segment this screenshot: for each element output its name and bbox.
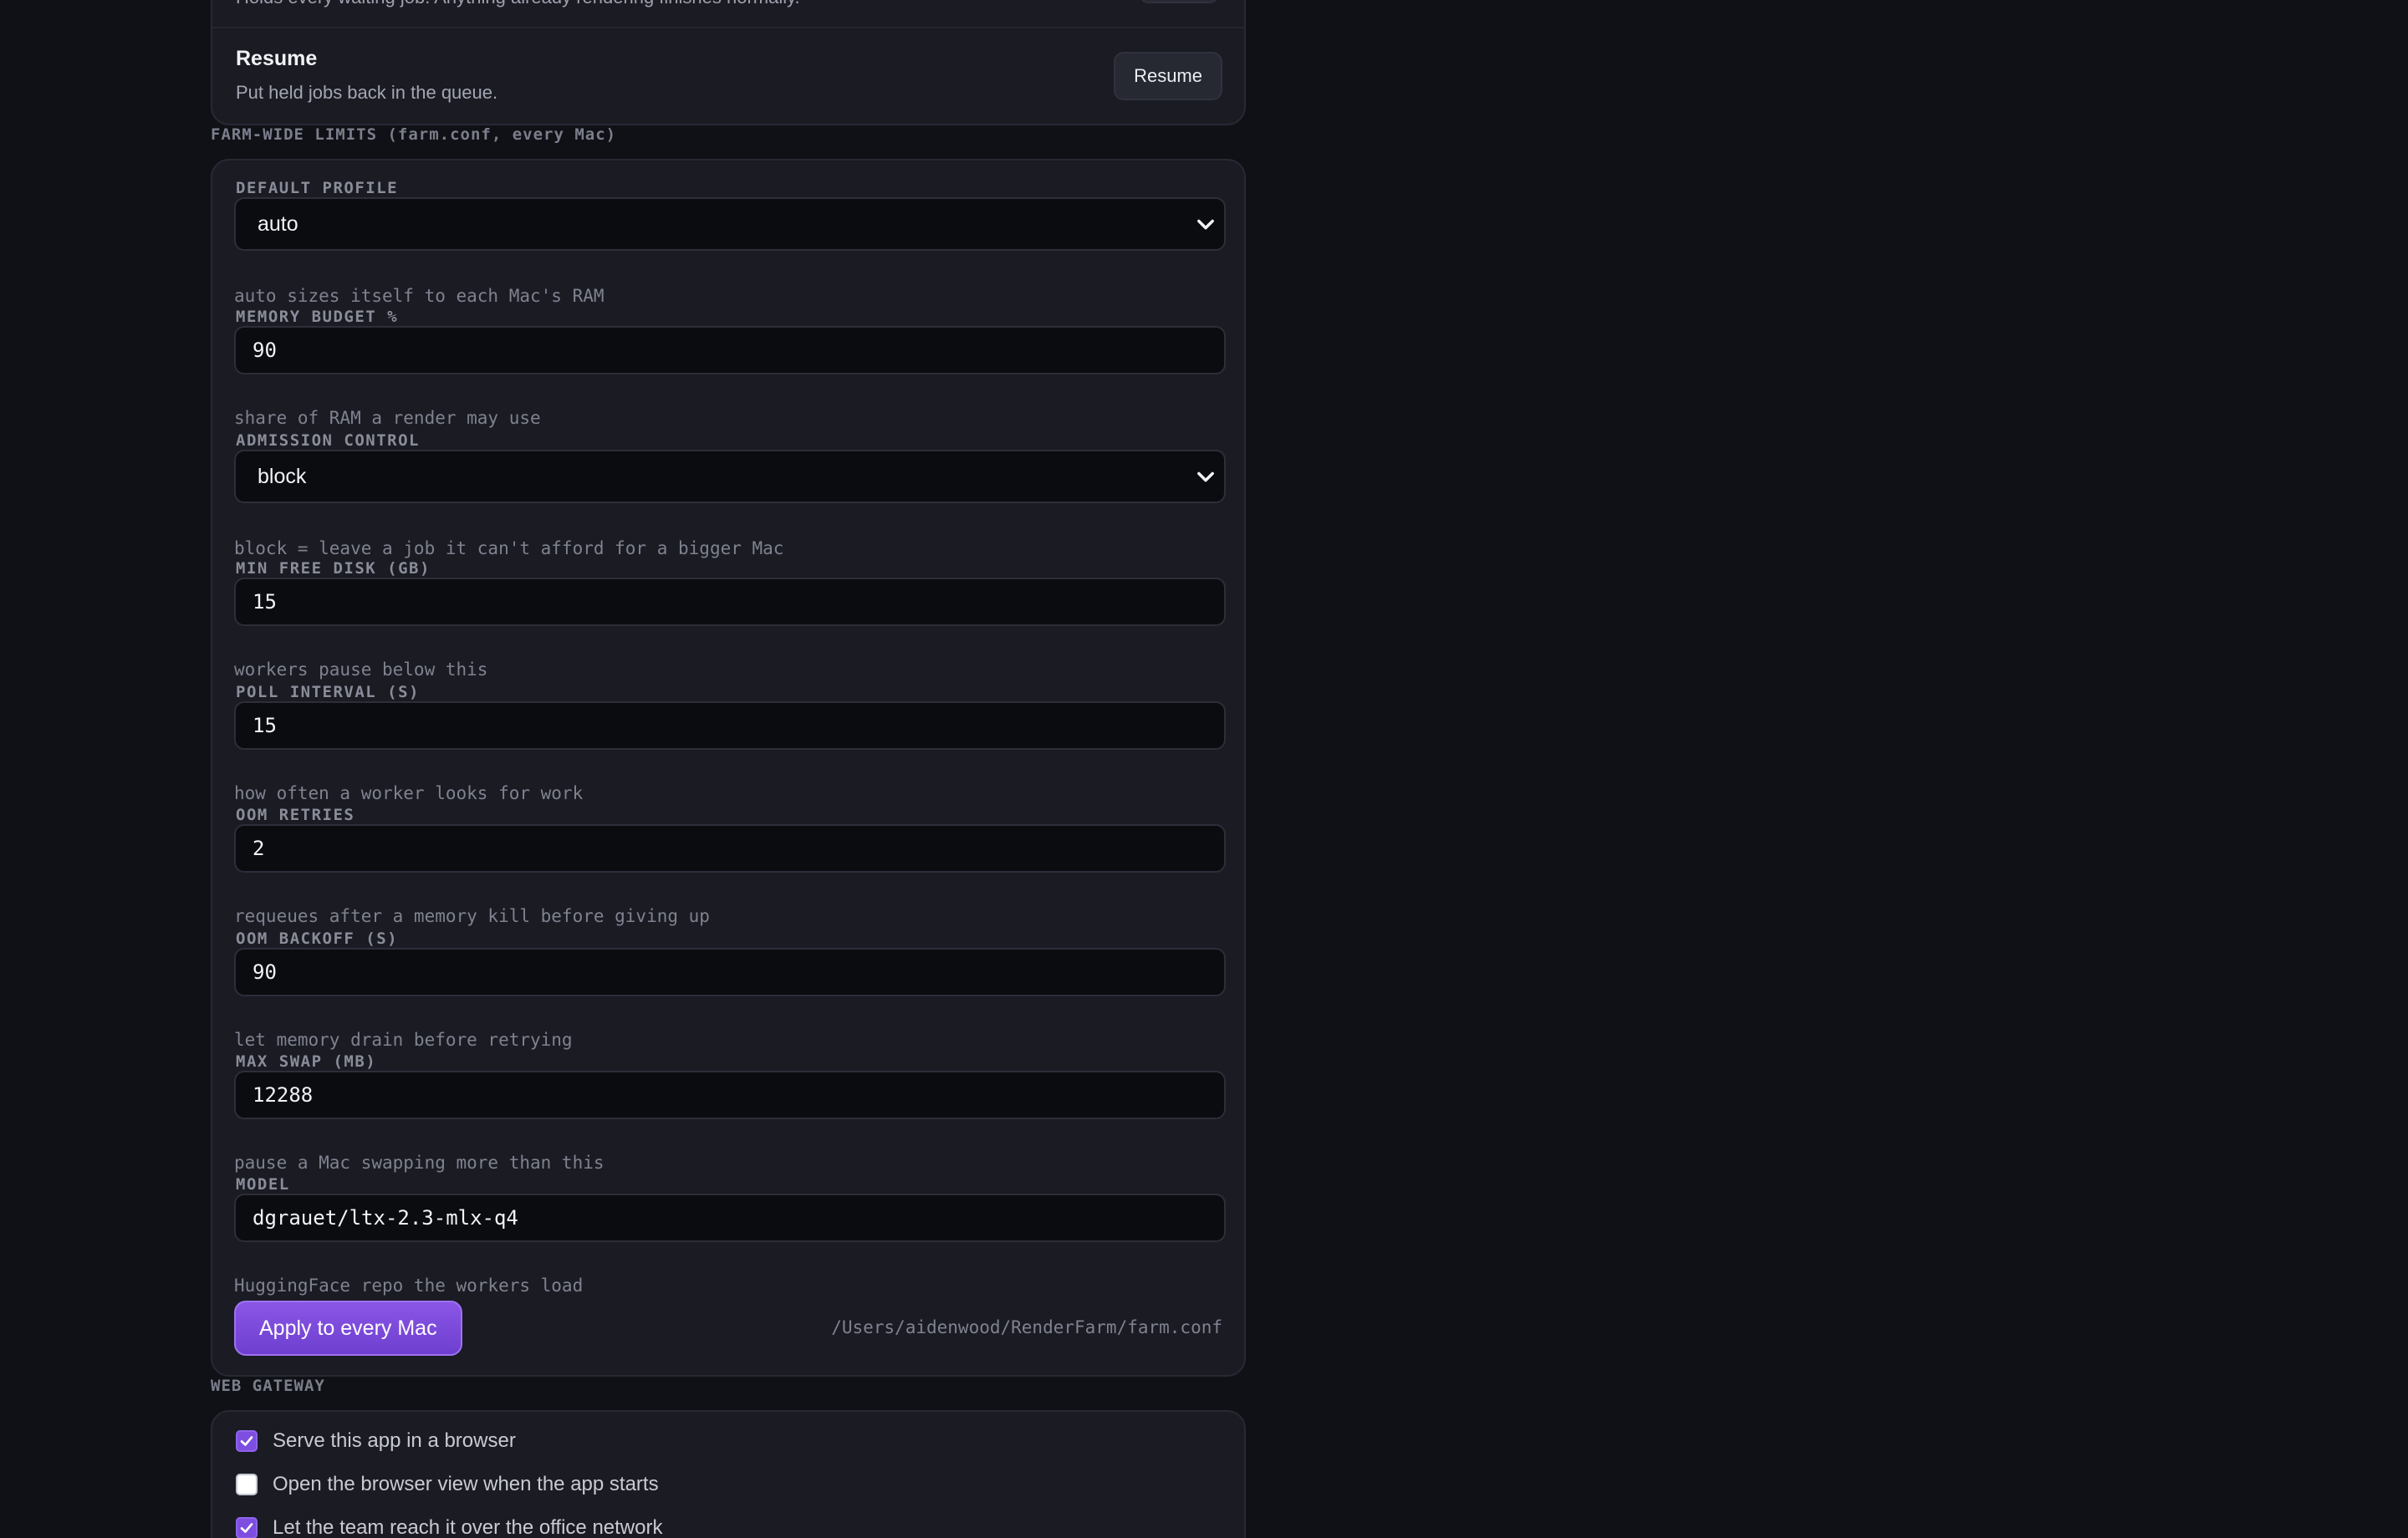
default-profile-value: auto <box>258 212 298 236</box>
oom-retries-hint: requeues after a memory kill before givi… <box>234 906 710 926</box>
serve-in-browser-checkbox[interactable] <box>236 1430 258 1452</box>
checkmark-icon <box>240 1523 253 1533</box>
checkmark-icon <box>240 1436 253 1446</box>
model-input[interactable]: dgrauet/ltx-2.3-mlx-q4 <box>234 1194 1226 1242</box>
apply-to-every-mac-button[interactable]: Apply to every Mac <box>234 1301 462 1356</box>
web-gateway-card: Serve this app in a browser Open the bro… <box>211 1410 1246 1538</box>
oom-backoff-hint: let memory drain before retrying <box>234 1030 573 1050</box>
hold-row: Holds every waiting job. Anything alread… <box>212 0 1244 28</box>
default-profile-select[interactable]: auto <box>234 197 1226 251</box>
resume-row: Resume Put held jobs back in the queue. … <box>212 28 1244 125</box>
max-swap-input[interactable]: 12288 <box>234 1071 1226 1119</box>
open-browser-on-start-label: Open the browser view when the app start… <box>273 1473 659 1495</box>
hold-button[interactable] <box>1139 0 1219 3</box>
model-hint: HuggingFace repo the workers load <box>234 1276 584 1296</box>
settings-page: Holds every waiting job. Anything alread… <box>0 0 2408 1538</box>
model-label: MODEL <box>236 1175 290 1194</box>
resume-row-title: Resume <box>236 47 318 70</box>
admission-control-select[interactable]: block <box>234 450 1226 503</box>
memory-budget-hint: share of RAM a render may use <box>234 408 541 428</box>
farm-limits-card: DEFAULT PROFILE auto auto sizes itself t… <box>211 159 1246 1377</box>
oom-backoff-label: OOM BACKOFF (S) <box>236 929 399 948</box>
hold-row-description: Holds every waiting job. Anything alread… <box>236 0 800 8</box>
chevron-down-icon <box>1197 471 1214 482</box>
poll-interval-label: POLL INTERVAL (S) <box>236 683 420 701</box>
oom-retries-input[interactable]: 2 <box>234 824 1226 873</box>
open-browser-on-start-option[interactable]: Open the browser view when the app start… <box>236 1472 659 1497</box>
max-swap-label: MAX SWAP (MB) <box>236 1052 377 1071</box>
config-path: /Users/aidenwood/RenderFarm/farm.conf <box>831 1317 1222 1337</box>
poll-interval-hint: how often a worker looks for work <box>234 783 584 803</box>
serve-in-browser-option[interactable]: Serve this app in a browser <box>236 1429 516 1454</box>
farm-limits-section-title: FARM-WIDE LIMITS (farm.conf, every Mac) <box>211 125 617 144</box>
default-profile-label: DEFAULT PROFILE <box>236 179 399 197</box>
web-gateway-section-title: WEB GATEWAY <box>211 1377 325 1395</box>
office-network-access-label: Let the team reach it over the office ne… <box>273 1516 663 1538</box>
memory-budget-input[interactable]: 90 <box>234 326 1226 374</box>
max-swap-hint: pause a Mac swapping more than this <box>234 1153 605 1173</box>
serve-in-browser-label: Serve this app in a browser <box>273 1429 516 1452</box>
resume-button[interactable]: Resume <box>1114 52 1222 100</box>
chevron-down-icon <box>1197 219 1214 230</box>
resume-row-description: Put held jobs back in the queue. <box>236 82 498 103</box>
oom-retries-label: OOM RETRIES <box>236 806 355 824</box>
open-browser-on-start-checkbox[interactable] <box>236 1474 258 1495</box>
queue-controls-card: Holds every waiting job. Anything alread… <box>211 0 1246 125</box>
office-network-access-checkbox[interactable] <box>236 1517 258 1538</box>
min-free-disk-hint: workers pause below this <box>234 660 488 680</box>
default-profile-hint: auto sizes itself to each Mac's RAM <box>234 286 605 306</box>
admission-control-hint: block = leave a job it can't afford for … <box>234 538 784 558</box>
min-free-disk-label: MIN FREE DISK (GB) <box>236 559 431 578</box>
oom-backoff-input[interactable]: 90 <box>234 948 1226 996</box>
poll-interval-input[interactable]: 15 <box>234 701 1226 750</box>
min-free-disk-input[interactable]: 15 <box>234 578 1226 626</box>
admission-control-label: ADMISSION CONTROL <box>236 431 420 450</box>
memory-budget-label: MEMORY BUDGET % <box>236 308 399 326</box>
admission-control-value: block <box>258 465 307 488</box>
office-network-access-option[interactable]: Let the team reach it over the office ne… <box>236 1515 662 1538</box>
